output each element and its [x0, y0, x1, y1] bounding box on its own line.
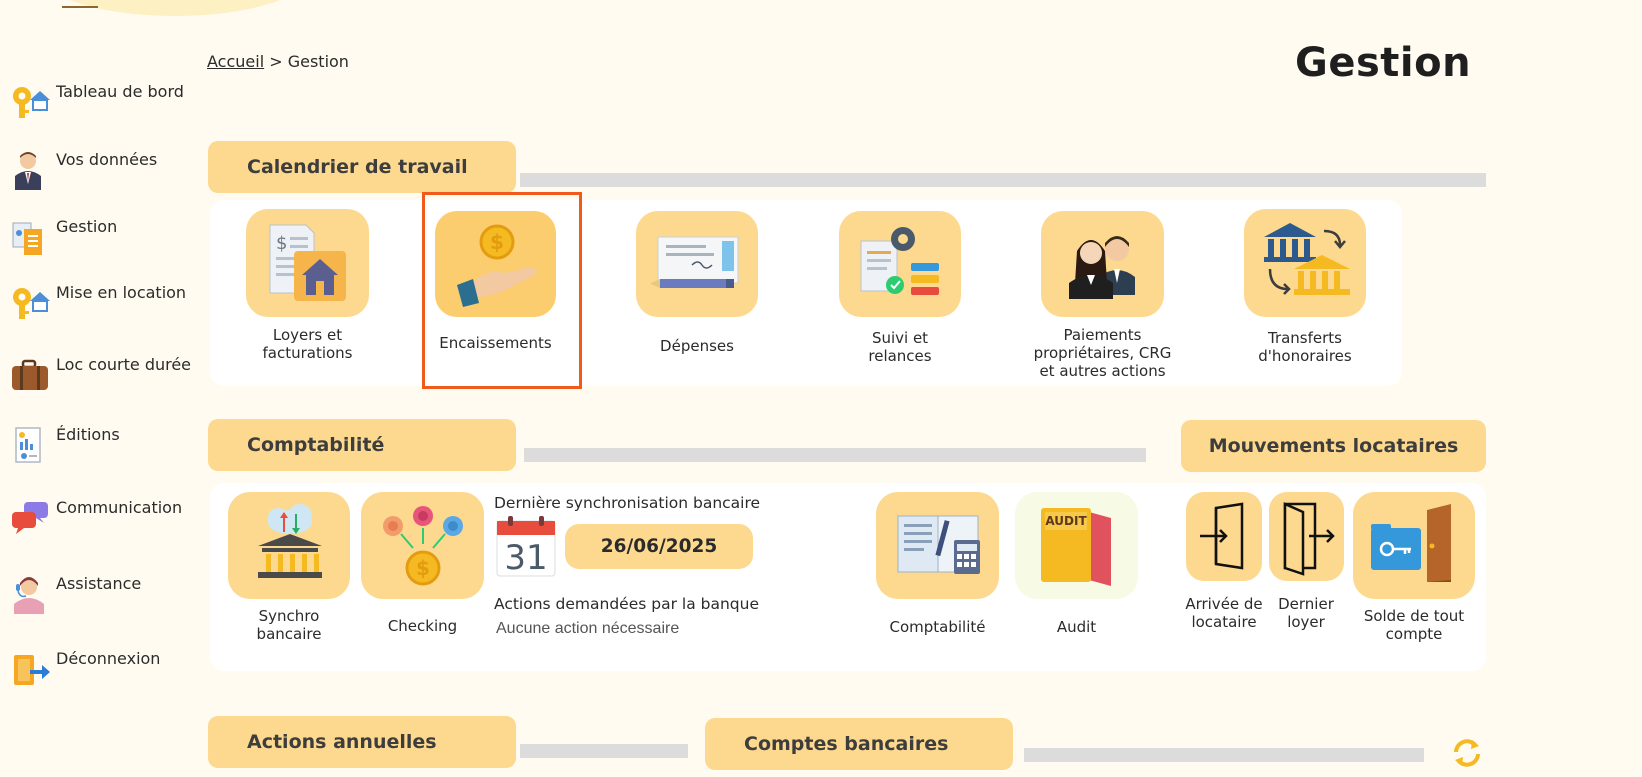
- bank-actions-title: Actions demandées par la banque: [494, 595, 759, 613]
- section-tab-comptabilite: Comptabilité: [208, 419, 516, 471]
- sidebar-item-tableau-de-bord[interactable]: Tableau de bord: [10, 82, 200, 126]
- tile-label: Checking: [387, 617, 458, 635]
- sidebar-item-label: Assistance: [56, 574, 142, 593]
- documents-icon: [12, 222, 42, 255]
- door-exit-icon: [1283, 502, 1335, 576]
- sync-date[interactable]: 26/06/2025: [565, 524, 753, 569]
- tile-audit[interactable]: AUDIT: [1015, 492, 1138, 599]
- section-tab-comptes-bancaires: Comptes bancaires: [705, 718, 1013, 770]
- tile-label: Transferts d'honoraires: [1258, 329, 1352, 365]
- breadcrumb-current: Gestion: [287, 52, 349, 71]
- tile-checking[interactable]: $: [361, 492, 484, 599]
- section-tab-calendrier: Calendrier de travail: [208, 141, 516, 193]
- svg-text:$: $: [276, 233, 287, 254]
- section-divider: [524, 448, 1146, 462]
- tile-solde-tout-compte[interactable]: [1353, 492, 1475, 599]
- report-icon: [15, 427, 41, 463]
- sidebar-item-label: Gestion: [56, 217, 118, 236]
- sidebar-item-label: Mise en location: [56, 283, 187, 302]
- key-house-icon: [13, 288, 50, 319]
- bank-actions-status: Aucune action nécessaire: [496, 620, 680, 637]
- section-divider: [520, 744, 688, 758]
- logout-icon: [14, 655, 50, 685]
- sidebar-item-label: Déconnexion: [56, 649, 161, 668]
- tile-arrivee-locataire[interactable]: [1186, 492, 1262, 581]
- selection-highlight: [422, 192, 582, 389]
- tile-label: Loyers et facturations: [262, 326, 353, 362]
- calendar-day: 31: [504, 538, 547, 578]
- section-divider: [520, 173, 1486, 187]
- sync-title: Dernière synchronisation bancaire: [494, 494, 761, 512]
- coins-network-icon: $: [383, 506, 463, 586]
- tile-label: Solde de tout compte: [1363, 607, 1465, 643]
- user-icon: [15, 152, 41, 190]
- key-door-icon: [1371, 504, 1451, 582]
- sidebar-item-mise-en-location[interactable]: Mise en location: [10, 283, 200, 327]
- cheque-pen-icon: [650, 236, 739, 288]
- tile-label: Dépenses: [660, 337, 734, 355]
- sidebar-item-assistance[interactable]: Assistance: [10, 574, 200, 618]
- audit-folder-icon: AUDIT: [1041, 508, 1111, 586]
- sidebar-item-loc-courte-duree[interactable]: Loc courte durée: [10, 355, 200, 399]
- suitcase-icon: [12, 359, 48, 390]
- tile-loyers-facturations[interactable]: $: [246, 209, 369, 317]
- tile-label: Dernier loyer: [1278, 595, 1334, 631]
- bank-sync-icon: [258, 504, 322, 578]
- breadcrumb: Accueil > Gestion: [207, 52, 349, 71]
- svg-text:AUDIT: AUDIT: [1045, 514, 1087, 528]
- top-decoration-mark: [62, 0, 98, 8]
- sidebar-item-deconnexion[interactable]: Déconnexion: [10, 649, 200, 693]
- section-divider: [1024, 748, 1424, 762]
- page-title: Gestion: [1295, 40, 1472, 86]
- tile-depenses[interactable]: [636, 211, 758, 317]
- sidebar-item-label: Tableau de bord: [56, 82, 184, 101]
- door-enter-icon: [1200, 502, 1244, 570]
- sidebar-item-communication[interactable]: Communication: [10, 498, 200, 542]
- section-tab-mouvements: Mouvements locataires: [1181, 420, 1486, 472]
- sidebar-item-gestion[interactable]: Gestion: [10, 217, 200, 261]
- tile-label: Suivi et relances: [868, 329, 932, 365]
- tile-label: Comptabilité: [889, 618, 986, 636]
- breadcrumb-home-link[interactable]: Accueil: [207, 52, 264, 71]
- section-tab-actions-annuelles: Actions annuelles: [208, 716, 516, 768]
- sidebar-item-label: Communication: [56, 498, 183, 517]
- bank-transfer-icon: [1264, 223, 1350, 295]
- sidebar-item-label: Éditions: [56, 425, 120, 444]
- refresh-icon[interactable]: [1450, 736, 1484, 770]
- calendar-icon: 31: [496, 516, 556, 578]
- sidebar-item-editions[interactable]: Éditions: [10, 425, 200, 469]
- tile-label: Synchro bancaire: [256, 607, 322, 643]
- owners-icon: [1069, 236, 1135, 299]
- tile-paiements-proprietaires[interactable]: [1041, 211, 1164, 317]
- tile-label: Paiements propriétaires, CRG et autres act…: [1033, 326, 1172, 380]
- key-house-icon: [13, 87, 50, 118]
- chat-bubbles-icon: [12, 502, 48, 534]
- support-agent-icon: [14, 577, 44, 614]
- tile-suivi-relances[interactable]: [839, 211, 961, 317]
- tile-comptabilite[interactable]: [876, 492, 999, 599]
- tile-transferts-honoraires[interactable]: [1244, 209, 1366, 317]
- sidebar-item-label: Loc courte durée: [56, 355, 192, 374]
- tile-dernier-loyer[interactable]: [1269, 492, 1344, 581]
- calendrier-panel: [210, 200, 1402, 386]
- sidebar-item-vos-donnees[interactable]: Vos données: [10, 150, 200, 194]
- svg-text:$: $: [416, 556, 430, 580]
- gear-checklist-icon: [860, 227, 939, 295]
- sidebar-item-label: Vos données: [56, 150, 158, 169]
- rent-invoice-icon: $: [269, 224, 346, 301]
- tile-label: Audit: [1056, 618, 1097, 636]
- breadcrumb-separator: >: [264, 52, 288, 71]
- ledger-calculator-icon: [897, 515, 980, 574]
- tile-synchro-bancaire[interactable]: [228, 492, 350, 599]
